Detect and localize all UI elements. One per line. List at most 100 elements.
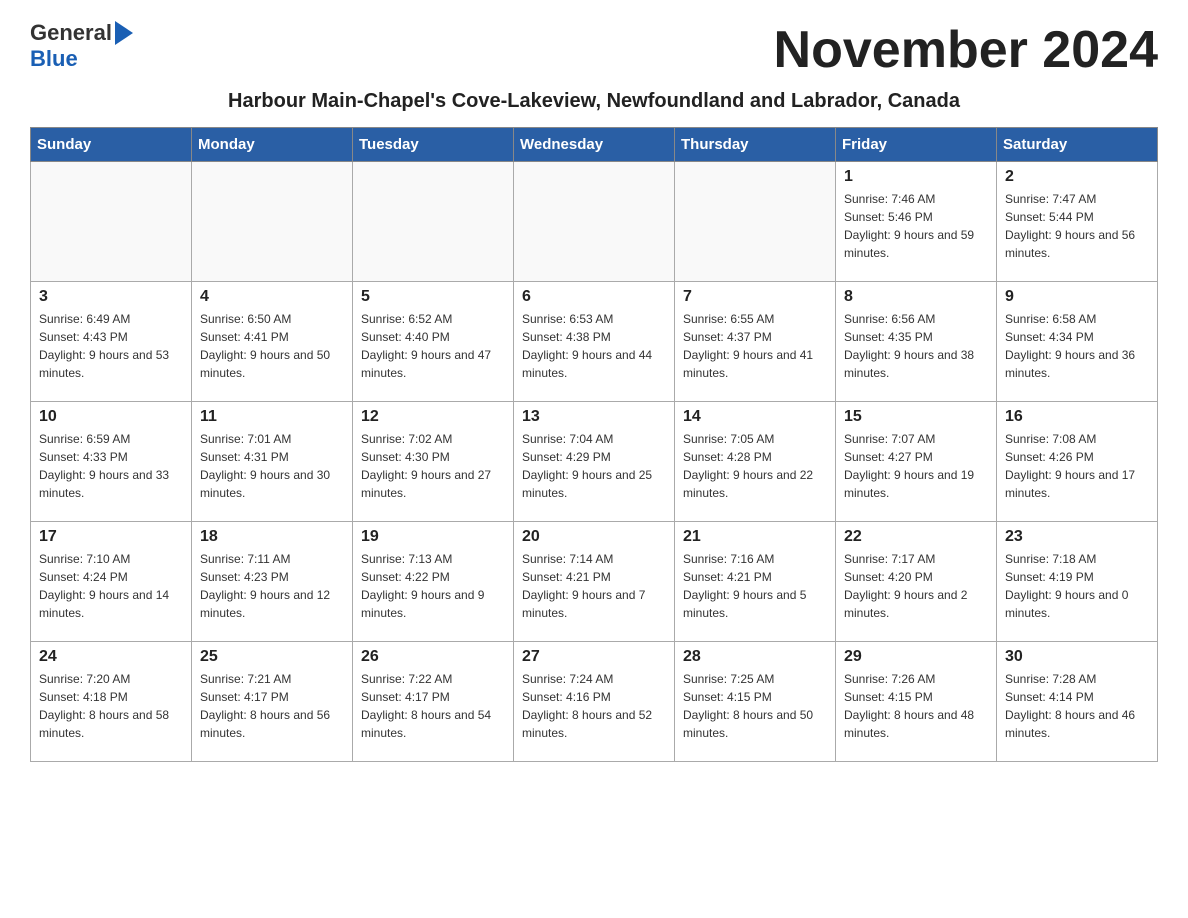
day-info: Sunrise: 7:11 AMSunset: 4:23 PMDaylight:…	[200, 550, 344, 622]
calendar-cell: 26 Sunrise: 7:22 AMSunset: 4:17 PMDayligh…	[353, 642, 514, 762]
day-info: Sunrise: 7:25 AMSunset: 4:15 PMDaylight:…	[683, 670, 827, 742]
weekday-header-monday: Monday	[192, 128, 353, 162]
calendar-cell: 30 Sunrise: 7:28 AMSunset: 4:14 PMDayligh…	[997, 642, 1158, 762]
weekday-header-friday: Friday	[836, 128, 997, 162]
calendar-cell: 20 Sunrise: 7:14 AMSunset: 4:21 PMDayligh…	[514, 522, 675, 642]
month-title: November 2024	[774, 20, 1158, 80]
calendar-cell: 13 Sunrise: 7:04 AMSunset: 4:29 PMDayligh…	[514, 402, 675, 522]
calendar-cell: 21 Sunrise: 7:16 AMSunset: 4:21 PMDayligh…	[675, 522, 836, 642]
calendar-cell	[675, 162, 836, 282]
calendar-cell: 14 Sunrise: 7:05 AMSunset: 4:28 PMDayligh…	[675, 402, 836, 522]
day-info: Sunrise: 7:16 AMSunset: 4:21 PMDaylight:…	[683, 550, 827, 622]
day-number: 15	[844, 408, 988, 426]
day-number: 30	[1005, 648, 1149, 666]
location-subtitle: Harbour Main-Chapel's Cove-Lakeview, New…	[30, 90, 1158, 113]
day-info: Sunrise: 6:56 AMSunset: 4:35 PMDaylight:…	[844, 310, 988, 382]
day-number: 26	[361, 648, 505, 666]
page-header: General Blue November 2024	[30, 20, 1158, 80]
day-info: Sunrise: 7:13 AMSunset: 4:22 PMDaylight:…	[361, 550, 505, 622]
logo-blue-text: Blue	[30, 46, 78, 71]
logo-general-text: General	[30, 20, 112, 46]
day-info: Sunrise: 7:17 AMSunset: 4:20 PMDaylight:…	[844, 550, 988, 622]
day-number: 8	[844, 288, 988, 306]
day-info: Sunrise: 6:53 AMSunset: 4:38 PMDaylight:…	[522, 310, 666, 382]
day-number: 14	[683, 408, 827, 426]
day-number: 9	[1005, 288, 1149, 306]
weekday-header-tuesday: Tuesday	[353, 128, 514, 162]
day-number: 20	[522, 528, 666, 546]
weekday-header-thursday: Thursday	[675, 128, 836, 162]
day-info: Sunrise: 7:04 AMSunset: 4:29 PMDaylight:…	[522, 430, 666, 502]
day-number: 24	[39, 648, 183, 666]
day-number: 25	[200, 648, 344, 666]
day-info: Sunrise: 7:28 AMSunset: 4:14 PMDaylight:…	[1005, 670, 1149, 742]
weekday-header-wednesday: Wednesday	[514, 128, 675, 162]
day-info: Sunrise: 7:18 AMSunset: 4:19 PMDaylight:…	[1005, 550, 1149, 622]
day-number: 21	[683, 528, 827, 546]
day-number: 7	[683, 288, 827, 306]
calendar-cell: 2 Sunrise: 7:47 AMSunset: 5:44 PMDaylight…	[997, 162, 1158, 282]
day-info: Sunrise: 7:46 AMSunset: 5:46 PMDaylight:…	[844, 190, 988, 262]
day-info: Sunrise: 6:49 AMSunset: 4:43 PMDaylight:…	[39, 310, 183, 382]
day-number: 19	[361, 528, 505, 546]
day-info: Sunrise: 7:05 AMSunset: 4:28 PMDaylight:…	[683, 430, 827, 502]
calendar-cell: 12Sunrise: 7:02 AMSunset: 4:30 PMDayligh…	[353, 402, 514, 522]
calendar-cell: 19 Sunrise: 7:13 AMSunset: 4:22 PMDayligh…	[353, 522, 514, 642]
day-number: 2	[1005, 168, 1149, 186]
calendar-cell: 16 Sunrise: 7:08 AMSunset: 4:26 PMDayligh…	[997, 402, 1158, 522]
calendar-cell: 4 Sunrise: 6:50 AMSunset: 4:41 PMDaylight…	[192, 282, 353, 402]
day-number: 4	[200, 288, 344, 306]
weekday-header-saturday: Saturday	[997, 128, 1158, 162]
calendar-cell: 8 Sunrise: 6:56 AMSunset: 4:35 PMDaylight…	[836, 282, 997, 402]
day-number: 22	[844, 528, 988, 546]
calendar-cell	[31, 162, 192, 282]
day-number: 12	[361, 408, 505, 426]
calendar-cell: 1 Sunrise: 7:46 AMSunset: 5:46 PMDaylight…	[836, 162, 997, 282]
day-number: 6	[522, 288, 666, 306]
calendar-cell: 7 Sunrise: 6:55 AMSunset: 4:37 PMDaylight…	[675, 282, 836, 402]
calendar-cell: 6 Sunrise: 6:53 AMSunset: 4:38 PMDaylight…	[514, 282, 675, 402]
day-info: Sunrise: 7:47 AMSunset: 5:44 PMDaylight:…	[1005, 190, 1149, 262]
calendar-cell: 24 Sunrise: 7:20 AMSunset: 4:18 PMDayligh…	[31, 642, 192, 762]
day-info: Sunrise: 6:55 AMSunset: 4:37 PMDaylight:…	[683, 310, 827, 382]
day-number: 3	[39, 288, 183, 306]
day-info: Sunrise: 6:59 AMSunset: 4:33 PMDaylight:…	[39, 430, 183, 502]
day-info: Sunrise: 7:26 AMSunset: 4:15 PMDaylight:…	[844, 670, 988, 742]
day-info: Sunrise: 7:10 AMSunset: 4:24 PMDaylight:…	[39, 550, 183, 622]
calendar-cell: 25 Sunrise: 7:21 AMSunset: 4:17 PMDayligh…	[192, 642, 353, 762]
day-info: Sunrise: 7:20 AMSunset: 4:18 PMDaylight:…	[39, 670, 183, 742]
day-number: 23	[1005, 528, 1149, 546]
day-number: 17	[39, 528, 183, 546]
day-number: 18	[200, 528, 344, 546]
logo-arrow-icon	[115, 21, 133, 45]
day-number: 1	[844, 168, 988, 186]
calendar-cell: 22 Sunrise: 7:17 AMSunset: 4:20 PMDayligh…	[836, 522, 997, 642]
day-number: 16	[1005, 408, 1149, 426]
calendar-cell	[514, 162, 675, 282]
calendar-cell: 27 Sunrise: 7:24 AMSunset: 4:16 PMDayligh…	[514, 642, 675, 762]
calendar-cell: 18 Sunrise: 7:11 AMSunset: 4:23 PMDayligh…	[192, 522, 353, 642]
calendar-cell: 23 Sunrise: 7:18 AMSunset: 4:19 PMDayligh…	[997, 522, 1158, 642]
day-info: Sunrise: 7:01 AMSunset: 4:31 PMDaylight:…	[200, 430, 344, 502]
calendar-cell: 15Sunrise: 7:07 AMSunset: 4:27 PMDayligh…	[836, 402, 997, 522]
day-number: 27	[522, 648, 666, 666]
calendar-cell: 29 Sunrise: 7:26 AMSunset: 4:15 PMDayligh…	[836, 642, 997, 762]
day-info: Sunrise: 7:21 AMSunset: 4:17 PMDaylight:…	[200, 670, 344, 742]
calendar-cell: 9 Sunrise: 6:58 AMSunset: 4:34 PMDaylight…	[997, 282, 1158, 402]
day-info: Sunrise: 7:24 AMSunset: 4:16 PMDaylight:…	[522, 670, 666, 742]
day-info: Sunrise: 6:50 AMSunset: 4:41 PMDaylight:…	[200, 310, 344, 382]
day-info: Sunrise: 7:22 AMSunset: 4:17 PMDaylight:…	[361, 670, 505, 742]
day-number: 29	[844, 648, 988, 666]
day-info: Sunrise: 7:08 AMSunset: 4:26 PMDaylight:…	[1005, 430, 1149, 502]
day-number: 10	[39, 408, 183, 426]
calendar-cell	[353, 162, 514, 282]
day-number: 5	[361, 288, 505, 306]
calendar-cell: 11Sunrise: 7:01 AMSunset: 4:31 PMDayligh…	[192, 402, 353, 522]
logo: General Blue	[30, 20, 133, 72]
calendar-cell: 5Sunrise: 6:52 AMSunset: 4:40 PMDaylight…	[353, 282, 514, 402]
calendar-table: SundayMondayTuesdayWednesdayThursdayFrid…	[30, 127, 1158, 762]
day-info: Sunrise: 7:14 AMSunset: 4:21 PMDaylight:…	[522, 550, 666, 622]
day-number: 28	[683, 648, 827, 666]
day-info: Sunrise: 6:58 AMSunset: 4:34 PMDaylight:…	[1005, 310, 1149, 382]
day-number: 13	[522, 408, 666, 426]
